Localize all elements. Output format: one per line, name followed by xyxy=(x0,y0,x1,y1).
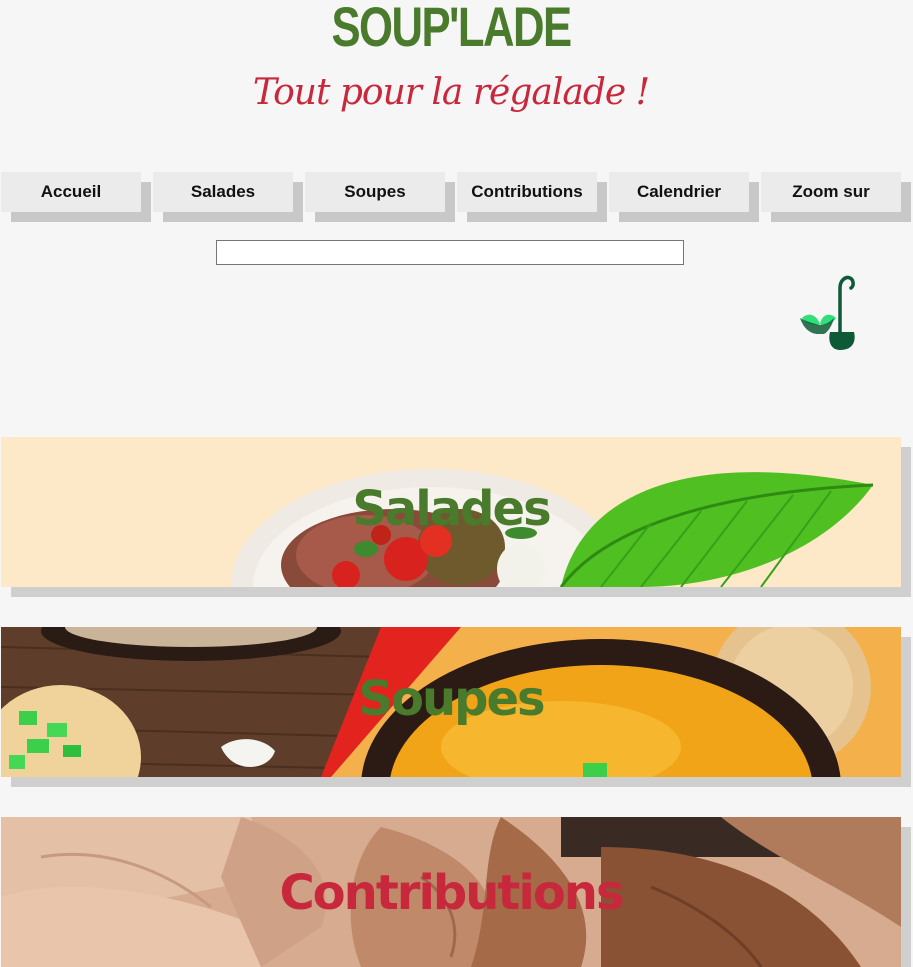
nav-item-calendrier[interactable]: Calendrier xyxy=(609,172,749,212)
banner-label-salades: Salades xyxy=(352,481,551,537)
banner-contributions[interactable]: Contributions xyxy=(1,817,901,967)
nav-item-salades[interactable]: Salades xyxy=(153,172,293,212)
nav-item-accueil[interactable]: Accueil xyxy=(1,172,141,212)
nav-item-zoom-sur[interactable]: Zoom sur xyxy=(761,172,901,212)
banner-salades[interactable]: Salades xyxy=(1,437,901,587)
banner-soupes[interactable]: Soupes xyxy=(1,627,901,777)
nav-item-contributions[interactable]: Contributions xyxy=(457,172,597,212)
ladle-leaf-icon xyxy=(800,275,855,350)
search-input[interactable] xyxy=(216,240,684,265)
banner-label-soupes: Soupes xyxy=(358,671,545,727)
site-tagline: Tout pour la régalade ! xyxy=(252,72,650,113)
banner-label-contributions: Contributions xyxy=(279,865,624,921)
site-title: SOUP'LADE xyxy=(331,0,572,58)
nav-item-soupes[interactable]: Soupes xyxy=(305,172,445,212)
main-nav: Accueil Salades Soupes Contributions Cal… xyxy=(0,172,913,224)
